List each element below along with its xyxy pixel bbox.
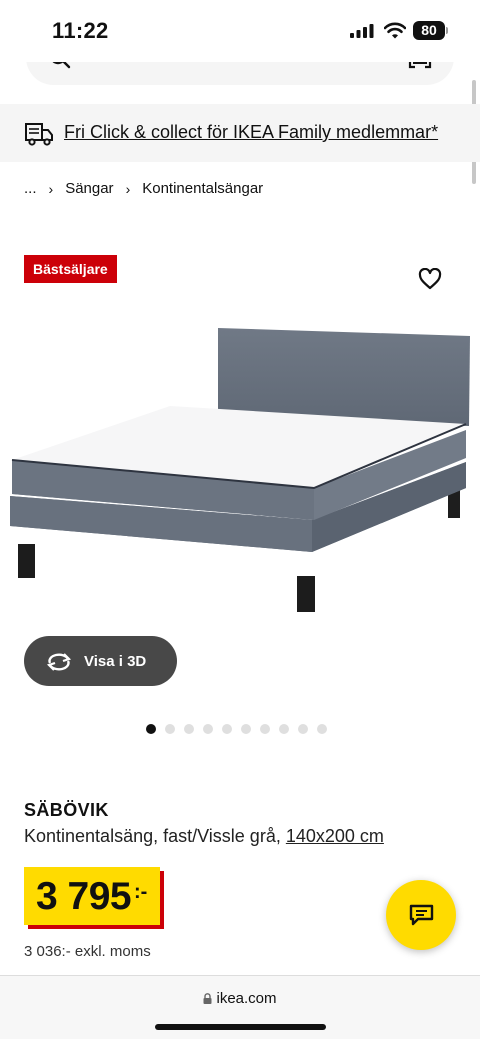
product-name: SÄBÖVIK — [24, 800, 109, 820]
chat-icon — [409, 904, 434, 926]
carousel-dot[interactable] — [317, 724, 327, 734]
carousel-dot[interactable] — [146, 724, 156, 734]
breadcrumb: ... › Sängar › Kontinentalsängar — [24, 180, 263, 197]
status-bar: 11:22 80 — [0, 0, 480, 62]
product-description: Kontinentalsäng, fast/Vissle grå, 140x20… — [24, 826, 384, 847]
price-integer: 3 795 — [36, 875, 132, 918]
size-link[interactable]: 140x200 cm — [286, 826, 384, 846]
price-excl-vat: 3 036:- exkl. moms — [24, 943, 151, 960]
rotate-3d-icon — [46, 653, 72, 671]
promo-banner[interactable]: Fri Click & collect för IKEA Family medl… — [0, 104, 480, 162]
bestseller-badge: Bästsäljare — [24, 255, 117, 283]
battery-level: 80 — [413, 21, 445, 40]
battery-tip — [446, 27, 448, 34]
carousel-dot[interactable] — [298, 724, 308, 734]
address-bar[interactable]: ikea.com — [0, 990, 480, 1007]
price-box: 3 795 :- — [24, 867, 160, 925]
browser-bottom-bar: ikea.com — [0, 975, 480, 1039]
carousel-dot[interactable] — [279, 724, 289, 734]
lock-icon — [203, 993, 212, 1004]
carousel-dot[interactable] — [260, 724, 270, 734]
cellular-signal-icon — [350, 24, 374, 38]
breadcrumb-separator: › — [48, 180, 54, 197]
product-description-text: Kontinentalsäng, fast/Vissle grå, — [24, 826, 281, 846]
breadcrumb-item-kontinentalsangar[interactable]: Kontinentalsängar — [142, 180, 263, 197]
carousel-dot[interactable] — [241, 724, 251, 734]
chat-button[interactable] — [386, 880, 456, 950]
promo-link[interactable]: Fri Click & collect för IKEA Family medl… — [64, 122, 438, 143]
view-in-3d-label: Visa i 3D — [84, 652, 147, 670]
status-time: 11:22 — [52, 18, 109, 43]
carousel-dot[interactable] — [165, 724, 175, 734]
product-image[interactable] — [0, 300, 480, 640]
carousel-dot[interactable] — [203, 724, 213, 734]
view-in-3d-button[interactable]: Visa i 3D — [24, 636, 177, 686]
carousel-dot[interactable] — [184, 724, 194, 734]
breadcrumb-separator: › — [125, 180, 131, 197]
carousel-dot[interactable] — [222, 724, 232, 734]
breadcrumb-item-sangar[interactable]: Sängar — [65, 180, 113, 197]
home-indicator[interactable] — [155, 1024, 326, 1030]
battery-icon: 80 — [413, 21, 448, 40]
image-carousel-dots — [146, 724, 327, 734]
breadcrumb-ellipsis[interactable]: ... — [24, 180, 37, 197]
truck-icon — [25, 123, 53, 146]
wifi-icon — [384, 22, 406, 39]
heart-icon[interactable] — [418, 268, 442, 290]
url-text: ikea.com — [216, 990, 277, 1007]
price-suffix: :- — [134, 881, 148, 903]
